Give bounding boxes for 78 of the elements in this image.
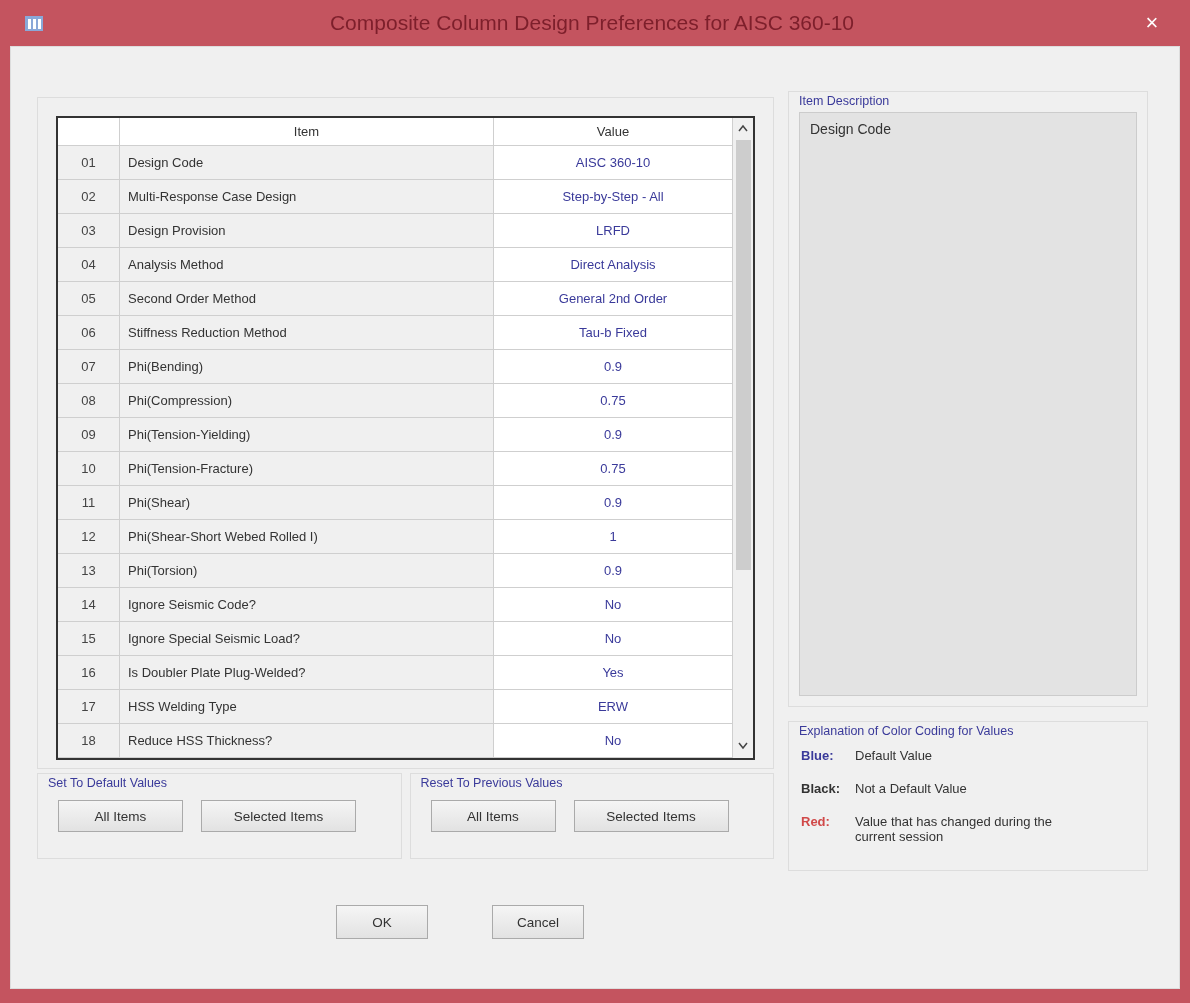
- row-number: 17: [58, 690, 120, 723]
- item-cell[interactable]: Phi(Shear-Short Webed Rolled I): [120, 520, 494, 553]
- default-values-button[interactable]: Selected Items: [201, 800, 356, 832]
- item-cell[interactable]: Phi(Torsion): [120, 554, 494, 587]
- value-cell[interactable]: 0.75: [600, 461, 626, 476]
- value-cell[interactable]: 0.9: [603, 563, 623, 578]
- row-number: 16: [58, 656, 120, 689]
- value-cell[interactable]: 1: [609, 529, 617, 544]
- item-cell[interactable]: Phi(Tension-Fracture): [120, 452, 494, 485]
- legend-text: Default Value: [855, 748, 934, 763]
- item-cell[interactable]: Multi-Response Case Design: [120, 180, 494, 213]
- previous-values-button[interactable]: Selected Items: [573, 800, 729, 832]
- value-cell[interactable]: 0.9: [603, 427, 623, 442]
- value-cell[interactable]: No: [604, 631, 622, 646]
- row-number: 04: [58, 248, 120, 281]
- previous-values-button[interactable]: All Items: [430, 800, 556, 832]
- item-cell[interactable]: HSS Welding Type: [120, 690, 494, 723]
- row-number: 03: [58, 214, 120, 247]
- description-text: Design Code: [810, 121, 891, 137]
- legend-text: Value that has changed during the current session: [855, 814, 1054, 844]
- row-number: 13: [58, 554, 120, 587]
- close-button[interactable]: ×: [1130, 8, 1174, 38]
- row-number: 02: [58, 180, 120, 213]
- value-cell[interactable]: General 2nd Order: [558, 291, 668, 306]
- row-number: 14: [58, 588, 120, 621]
- legend-label: Blue:: [801, 748, 835, 763]
- value-cell[interactable]: ERW: [597, 699, 629, 714]
- window-title: Composite Column Design Preferences for AISC 360-10: [328, 11, 856, 35]
- item-cell[interactable]: Second Order Method: [120, 282, 494, 315]
- default-values-button[interactable]: All Items: [58, 800, 183, 832]
- legend-label: Red:: [801, 814, 831, 831]
- item-cell[interactable]: Ignore Seismic Code?: [120, 588, 494, 621]
- item-cell[interactable]: Reduce HSS Thickness?: [120, 724, 494, 757]
- row-number: 06: [58, 316, 120, 349]
- value-cell[interactable]: Step-by-Step - All: [562, 189, 664, 204]
- item-cell[interactable]: Phi(Tension-Yielding): [120, 418, 494, 451]
- row-number: 11: [58, 486, 120, 519]
- value-cell[interactable]: Tau-b Fixed: [579, 325, 647, 340]
- value-cell[interactable]: 0.9: [603, 495, 623, 510]
- item-cell[interactable]: Phi(Compression): [120, 384, 494, 417]
- item-cell[interactable]: Phi(Bending): [120, 350, 494, 383]
- item-cell[interactable]: Design Provision: [120, 214, 494, 247]
- ok-button[interactable]: OK: [336, 905, 428, 939]
- row-number: 12: [58, 520, 120, 553]
- value-cell[interactable]: No: [604, 733, 622, 748]
- group-title: Explanation of Color Coding for Values: [797, 724, 1016, 738]
- item-cell[interactable]: Ignore Special Seismic Load?: [120, 622, 494, 655]
- row-number: 05: [58, 282, 120, 315]
- row-number: 18: [58, 724, 120, 757]
- group-title: Item Description: [797, 94, 892, 108]
- row-number: 09: [58, 418, 120, 451]
- row-number: 07: [58, 350, 120, 383]
- value-cell[interactable]: Yes: [602, 665, 624, 680]
- row-number: 10: [58, 452, 120, 485]
- item-cell[interactable]: Analysis Method: [120, 248, 494, 281]
- item-cell[interactable]: Stiffness Reduction Method: [120, 316, 494, 349]
- app-icon: [24, 13, 44, 33]
- value-cell[interactable]: No: [604, 597, 622, 612]
- scroll-up-icon[interactable]: [738, 124, 748, 132]
- value-cell[interactable]: 0.75: [600, 393, 626, 408]
- row-number: 08: [58, 384, 120, 417]
- value-cell[interactable]: LRFD: [596, 223, 630, 238]
- item-cell[interactable]: Is Doubler Plate Plug-Welded?: [120, 656, 494, 689]
- group-title: Reset To Previous Values: [418, 776, 565, 790]
- value-cell[interactable]: 0.9: [603, 359, 623, 374]
- row-number: 01: [58, 146, 120, 179]
- legend-label: Black:: [801, 781, 842, 796]
- item-cell[interactable]: Design Code: [120, 146, 494, 179]
- value-cell[interactable]: Direct Analysis: [570, 257, 656, 272]
- cancel-button[interactable]: Cancel: [492, 905, 584, 939]
- scroll-down-icon[interactable]: [738, 742, 748, 750]
- group-title: Set To Default Values: [46, 776, 170, 790]
- legend-text: Not a Default Value: [855, 781, 968, 796]
- row-number: 15: [58, 622, 120, 655]
- scroll-thumb[interactable]: [735, 140, 751, 570]
- scrollbar[interactable]: [733, 118, 753, 758]
- item-cell[interactable]: Phi(Shear): [120, 486, 494, 519]
- value-cell[interactable]: AISC 360-10: [575, 155, 651, 170]
